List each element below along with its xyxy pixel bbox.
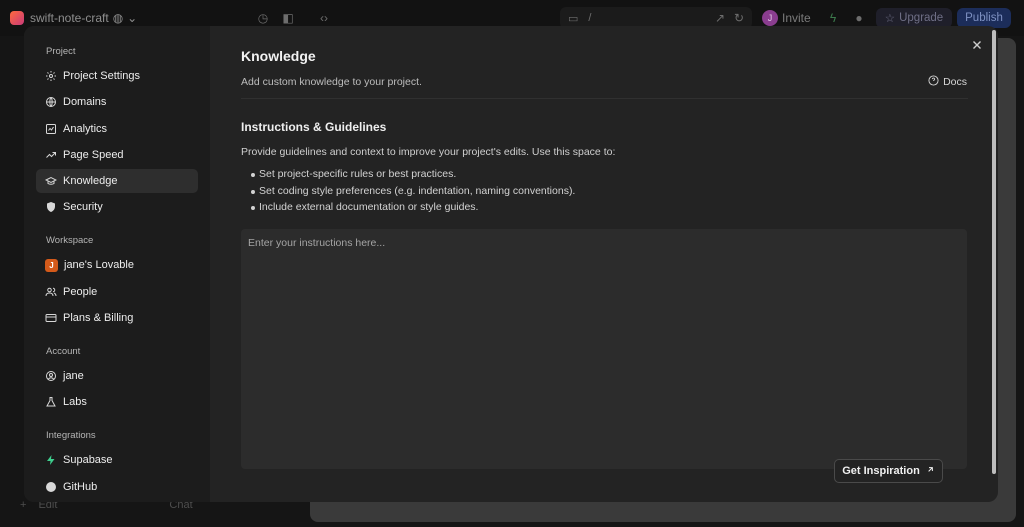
globe-icon: ◍ (112, 11, 124, 25)
section-title-account: Account (46, 346, 81, 358)
sidebar-toggle-icon[interactable]: ◧ (280, 10, 296, 26)
sidebar-item-page-speed[interactable]: Page Speed (36, 143, 198, 167)
help-circle-icon (928, 75, 939, 89)
page-subtitle: Add custom knowledge to your project. (241, 76, 422, 88)
sidebar-item-label: Domains (63, 96, 107, 109)
url-path: / (588, 12, 592, 24)
sidebar-item-github[interactable]: GitHub (36, 475, 198, 499)
lovable-logo-icon[interactable] (10, 11, 24, 25)
sidebar-item-profile[interactable]: jane (36, 364, 198, 388)
sidebar-item-label: Labs (63, 396, 87, 409)
sidebar-item-security[interactable]: Security (36, 195, 198, 219)
chevron-down-icon: ⌄ (127, 11, 138, 25)
project-name: swift-note-craft (30, 11, 109, 25)
upgrade-label: Upgrade (899, 12, 944, 24)
project-switcher[interactable]: swift-note-craft ◍ ⌄ (30, 11, 137, 25)
section-title-workspace: Workspace (46, 235, 94, 247)
sidebar-item-workspace[interactable]: J jane's Lovable (36, 253, 198, 277)
credit-card-icon (45, 312, 57, 324)
sidebar-item-plans-billing[interactable]: Plans & Billing (36, 306, 198, 330)
sidebar-item-label: Page Speed (63, 148, 124, 161)
sidebar-item-label: People (63, 285, 98, 298)
invite-button[interactable]: Invite (782, 11, 811, 25)
close-icon[interactable] (970, 38, 984, 52)
upgrade-button[interactable]: ☆ Upgrade (876, 8, 952, 28)
settings-modal: Project Project Settings Domains Analyti… (24, 26, 998, 502)
list-item: Include external documentation or style … (241, 199, 968, 216)
settings-sidebar: Project Project Settings Domains Analyti… (24, 26, 210, 502)
shield-icon (45, 201, 57, 213)
guideline-list: Set project-specific rules or best pract… (241, 166, 968, 216)
section-title-integrations: Integrations (46, 430, 96, 442)
list-item: Set project-specific rules or best pract… (241, 166, 968, 183)
scrollbar[interactable] (992, 30, 996, 474)
supabase-icon (45, 454, 57, 466)
supabase-icon[interactable]: ϟ (825, 10, 841, 26)
arrow-up-right-icon (926, 465, 935, 477)
sidebar-item-label: Analytics (63, 122, 108, 135)
sidebar-item-domains[interactable]: Domains (36, 90, 198, 114)
sidebar-item-label: Security (63, 201, 103, 214)
knowledge-panel: Knowledge Add custom knowledge to your p… (210, 26, 998, 502)
github-icon[interactable]: ● (851, 10, 867, 26)
sidebar-item-label: Knowledge (63, 175, 118, 188)
user-circle-icon (45, 370, 57, 382)
trending-up-icon (45, 149, 57, 161)
graduation-cap-icon (45, 175, 57, 187)
list-item: Set coding style preferences (e.g. inden… (241, 183, 968, 200)
sidebar-item-knowledge[interactable]: Knowledge (36, 169, 198, 194)
refresh-icon[interactable]: ↻ (731, 10, 747, 26)
publish-button[interactable]: Publish (957, 8, 1011, 28)
get-inspiration-button[interactable]: Get Inspiration (834, 459, 943, 483)
sidebar-item-label: jane (63, 370, 84, 383)
sidebar-item-supabase[interactable]: Supabase (36, 448, 198, 472)
users-icon (45, 286, 57, 298)
get-inspiration-label: Get Inspiration (842, 465, 920, 477)
docs-label: Docs (943, 76, 967, 88)
sidebar-item-label: Plans & Billing (63, 312, 134, 325)
sidebar-item-label: Project Settings (63, 70, 141, 82)
flask-icon (45, 396, 57, 408)
open-external-icon[interactable]: ↗ (712, 10, 728, 26)
globe-icon (45, 96, 57, 108)
instructions-textarea[interactable] (241, 228, 967, 469)
section-title-project: Project (46, 46, 76, 57)
docs-link[interactable]: Docs (928, 75, 967, 89)
sidebar-item-project-settings[interactable]: Project Settings (36, 64, 198, 88)
sidebar-item-label: Supabase (63, 454, 113, 467)
chart-icon (45, 123, 57, 135)
star-icon: ☆ (884, 13, 896, 25)
history-icon[interactable]: ◷ (255, 10, 271, 26)
sidebar-item-people[interactable]: People (36, 280, 198, 304)
sidebar-item-labs[interactable]: Labs (36, 390, 198, 414)
user-avatar[interactable]: J (762, 10, 778, 26)
sidebar-item-label: GitHub (63, 480, 98, 493)
github-icon (45, 481, 57, 493)
page-title: Knowledge (241, 48, 316, 64)
code-icon[interactable]: ‹› (316, 10, 332, 26)
section-description: Provide guidelines and context to improv… (241, 146, 616, 158)
sidebar-item-label: jane's Lovable (64, 259, 134, 272)
divider (241, 98, 968, 99)
device-icon: ▭ (568, 12, 579, 25)
gear-icon (45, 70, 57, 82)
sidebar-item-analytics[interactable]: Analytics (36, 117, 198, 141)
section-heading: Instructions & Guidelines (241, 120, 387, 134)
workspace-avatar: J (45, 258, 58, 272)
